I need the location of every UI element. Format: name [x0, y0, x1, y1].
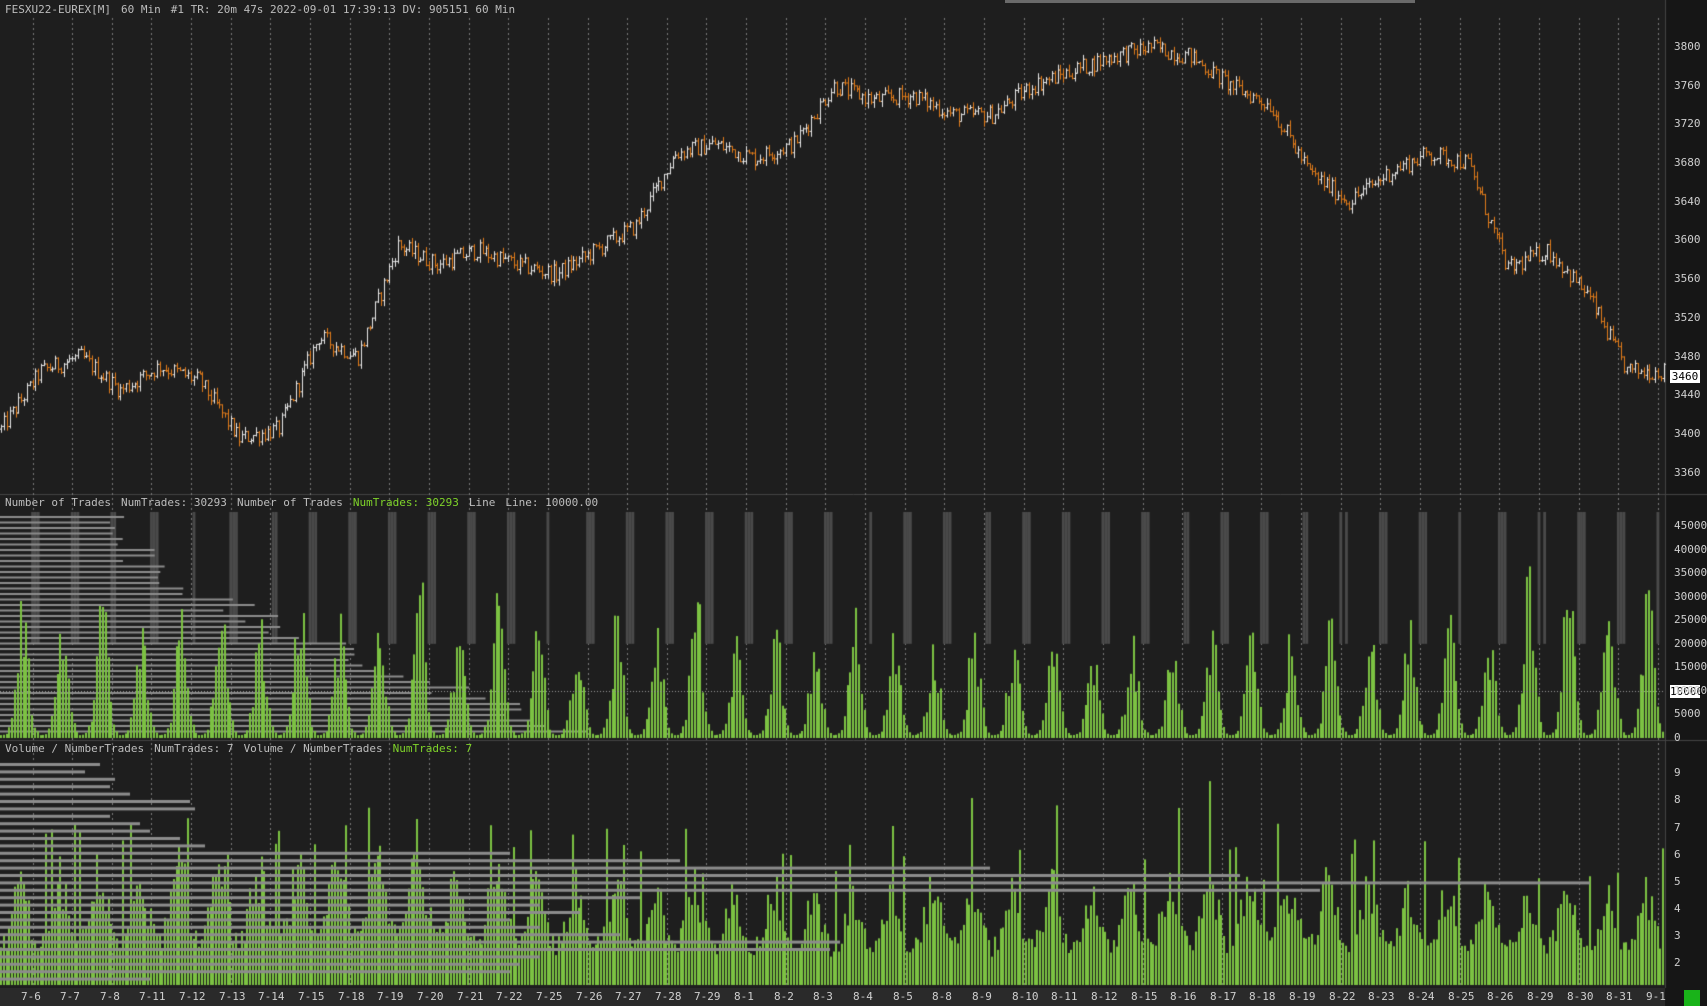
trades-axis-label: 10000	[1674, 683, 1707, 697]
price-axis-label: 3440	[1674, 388, 1701, 402]
volume-axis-label: 9	[1674, 766, 1681, 780]
date-axis-label: 7-21	[457, 990, 484, 1003]
date-axis-label: 8-23	[1368, 990, 1395, 1003]
price-axis-label: 3480	[1674, 349, 1701, 363]
trades-axis-label: 20000	[1674, 636, 1707, 650]
date-axis-label: 7-6	[21, 990, 41, 1003]
date-axis-label: 7-29	[694, 990, 721, 1003]
volume-axis-label: 3	[1674, 929, 1681, 943]
trades-axis-label: 0	[1674, 731, 1681, 744]
price-axis-label: 3360	[1674, 465, 1701, 479]
study-name: Number of Trades	[5, 496, 111, 509]
date-axis-label: 8-3	[813, 990, 833, 1003]
date-axis-label: 8-25	[1448, 990, 1475, 1003]
price-axis-label: 3720	[1674, 117, 1701, 131]
line-study-value: Line: 10000.00	[505, 496, 599, 509]
trades-axis-label: 35000	[1674, 566, 1707, 580]
date-axis-label: 7-20	[417, 990, 444, 1003]
date-axis-label: 7-22	[496, 990, 523, 1003]
date-axis-label: 7-11	[139, 990, 166, 1003]
main-chart-header: FESXU22-EUREX[M] 60 Min #1 TR: 20m 47s 202…	[5, 3, 515, 17]
date-axis-label: 8-29	[1527, 990, 1554, 1003]
date-axis-label: 7-18	[338, 990, 365, 1003]
chart-info-label: #1 TR: 20m 47s 2022-09-01 17:39:13 DV: 9…	[170, 3, 516, 16]
trades-axis-label: 25000	[1674, 613, 1707, 627]
date-axis-label: 7-28	[655, 990, 682, 1003]
date-axis-label: 7-14	[258, 990, 285, 1003]
line-study-name: Line	[468, 496, 496, 509]
date-axis-label: 8-22	[1329, 990, 1356, 1003]
price-axis-label: 3400	[1674, 426, 1701, 440]
interval-label: 60 Min	[120, 3, 161, 16]
date-axis-label: 8-5	[893, 990, 913, 1003]
date-axis-label: 8-31	[1606, 990, 1633, 1003]
date-axis-label: 8-24	[1408, 990, 1435, 1003]
date-axis-label: 9-1	[1646, 990, 1666, 1003]
date-axis-label: 8-2	[774, 990, 794, 1003]
volume-axis-label: 2	[1674, 956, 1681, 970]
volume-axis-label: 7	[1674, 820, 1681, 834]
trades-axis-label: 45000	[1674, 519, 1707, 533]
date-axis-label: 7-13	[219, 990, 246, 1003]
trades-axis-label: 40000	[1674, 542, 1707, 556]
study-name: Volume / NumberTrades	[5, 742, 145, 755]
date-axis-label: 8-4	[853, 990, 873, 1003]
connection-status-indicator[interactable]	[1684, 990, 1700, 1006]
date-axis-label: 8-1	[734, 990, 754, 1003]
date-axis-label: 7-27	[615, 990, 642, 1003]
price-axis-label: 3760	[1674, 78, 1701, 92]
volume-axis-label: 4	[1674, 902, 1681, 915]
date-axis-label: 8-11	[1051, 990, 1078, 1003]
volume-axis-label: 8	[1674, 793, 1681, 807]
study-name: Volume / NumberTrades	[243, 742, 383, 755]
price-axis-label: 3520	[1674, 310, 1701, 324]
study-value: NumTrades: 7	[154, 742, 234, 755]
date-axis-label: 7-7	[60, 990, 80, 1003]
date-axis-label: 8-30	[1567, 990, 1594, 1003]
study-value-highlight: NumTrades: 7	[392, 742, 473, 755]
date-axis-label: 8-8	[932, 990, 952, 1003]
price-axis-label: 3560	[1674, 272, 1701, 286]
date-axis-label: 7-26	[576, 990, 603, 1003]
date-axis-label: 8-10	[1012, 990, 1039, 1003]
price-axis-label: 3600	[1674, 233, 1701, 247]
date-axis-label: 8-18	[1249, 990, 1276, 1003]
price-axis-label: 3680	[1674, 156, 1701, 170]
date-axis-label: 7-15	[298, 990, 325, 1003]
number-of-trades-header: Number of Trades NumTrades: 30293 Number o…	[5, 496, 598, 510]
symbol-label: FESXU22-EUREX[M]	[5, 3, 111, 16]
volume-axis-label: 5	[1674, 874, 1681, 888]
date-axis-label: 8-16	[1170, 990, 1197, 1003]
date-axis-label: 8-17	[1210, 990, 1237, 1003]
current-price-marker: 3460	[1670, 369, 1700, 383]
top-scrollbar[interactable]	[1005, 0, 1415, 3]
date-axis-label: 7-19	[377, 990, 404, 1003]
date-axis-label: 8-15	[1131, 990, 1158, 1003]
date-axis-label: 7-12	[179, 990, 206, 1003]
price-axis-label: 3800	[1674, 40, 1701, 54]
study-value-highlight: NumTrades: 30293	[352, 496, 459, 509]
trades-axis-label: 15000	[1674, 660, 1707, 674]
date-axis-label: 7-8	[100, 990, 120, 1003]
date-axis-label: 8-26	[1487, 990, 1514, 1003]
volume-per-trade-header: Volume / NumberTrades NumTrades: 7 Volume …	[5, 742, 472, 756]
trades-axis-label: 30000	[1674, 589, 1707, 603]
trades-axis-label: 5000	[1674, 707, 1701, 721]
date-axis-label: 8-19	[1289, 990, 1316, 1003]
study-value: NumTrades: 30293	[120, 496, 227, 509]
volume-axis-label: 6	[1674, 847, 1681, 861]
date-axis-label: 8-12	[1091, 990, 1118, 1003]
price-axis-label: 3640	[1674, 194, 1701, 208]
date-axis-label: 7-25	[536, 990, 563, 1003]
date-axis-label: 8-9	[972, 990, 992, 1003]
study-name: Number of Trades	[236, 496, 343, 509]
